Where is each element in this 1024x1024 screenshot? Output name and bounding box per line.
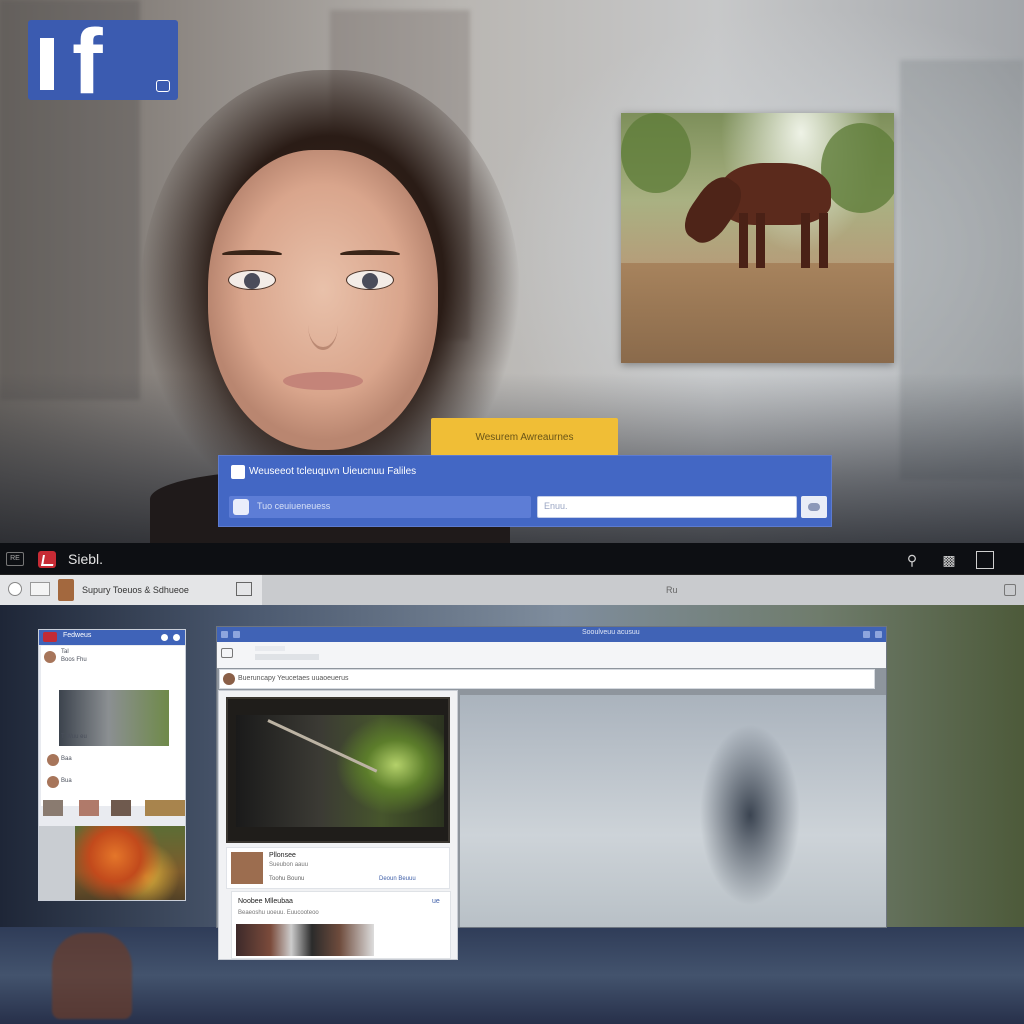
avatar bbox=[47, 776, 59, 788]
nose bbox=[308, 300, 338, 350]
horse-leg bbox=[756, 213, 765, 268]
author-name: Pllonsee bbox=[269, 852, 296, 859]
tab-active[interactable]: Supury Toeuos & Sdhueoe bbox=[0, 575, 262, 605]
user-subtitle: Boos Fhu bbox=[61, 657, 87, 663]
placeholder-line bbox=[255, 646, 285, 651]
foliage bbox=[621, 113, 691, 193]
close-icon[interactable] bbox=[875, 631, 882, 638]
tab-thumbnail bbox=[58, 579, 74, 601]
photo-gallery-side bbox=[39, 826, 75, 900]
foliage bbox=[821, 123, 894, 213]
text-input-placeholder: Enuu. bbox=[544, 501, 568, 511]
horse-leg bbox=[801, 213, 810, 268]
folder-icon[interactable]: ▩ bbox=[940, 551, 958, 569]
refresh-icon[interactable] bbox=[8, 582, 22, 596]
toolbar-box-button[interactable]: RE bbox=[6, 552, 24, 566]
tab-label: Supury Toeuos & Sdhueoe bbox=[82, 585, 189, 595]
photo-thumb[interactable] bbox=[79, 800, 99, 816]
feed-card[interactable]: Tal Boos Fhu T Wuu eu Baa Bua bbox=[41, 646, 185, 806]
post-author-box[interactable]: Pllonsee Sueubon aauu Toohu Bounu Deoun … bbox=[226, 847, 450, 889]
user-name: Tal bbox=[61, 649, 69, 655]
lips bbox=[283, 372, 363, 390]
chat-icon[interactable] bbox=[161, 634, 168, 641]
logo-bar bbox=[40, 38, 54, 90]
status-field-text: Tuo ceuiueneuess bbox=[257, 501, 331, 511]
avatar bbox=[44, 651, 56, 663]
eye bbox=[228, 270, 276, 290]
comment-image[interactable] bbox=[236, 924, 374, 956]
eyebrow bbox=[340, 250, 400, 258]
search-icon[interactable]: ⚲ bbox=[903, 551, 921, 569]
tab-strip: Supury Toeuos & Sdhueoe Ru bbox=[0, 575, 1024, 605]
tabstrip-center-text: Ru bbox=[666, 585, 678, 595]
pencil-icon bbox=[233, 499, 249, 515]
avatar bbox=[223, 673, 235, 685]
author-thumbnail bbox=[231, 852, 263, 884]
placeholder-line bbox=[255, 654, 319, 660]
profile-icon[interactable] bbox=[221, 648, 233, 658]
share-bar: Weuseeot tcleuquvn Uieucnuu Faliles Tuo … bbox=[218, 455, 832, 527]
send-button[interactable] bbox=[801, 496, 827, 518]
window-background-photo bbox=[460, 695, 886, 927]
feed-panel: Fedweus Tal Boos Fhu T Wuu eu Baa Bua bbox=[38, 629, 186, 901]
post-card: Pllonsee Sueubon aauu Toohu Bounu Deoun … bbox=[218, 690, 458, 960]
ground bbox=[621, 263, 894, 363]
video-player[interactable] bbox=[226, 697, 450, 843]
eyebrow bbox=[222, 250, 282, 258]
menu-icon[interactable] bbox=[1004, 584, 1016, 596]
feed-panel-title: Fedweus bbox=[63, 632, 92, 639]
eye bbox=[346, 270, 394, 290]
comment-badge: ue bbox=[432, 898, 440, 905]
text-input[interactable]: Enuu. bbox=[537, 496, 797, 518]
app-title: Siebl. bbox=[68, 551, 104, 567]
photo-thumb[interactable] bbox=[111, 800, 131, 816]
home-icon bbox=[231, 465, 245, 479]
autumn-photo[interactable] bbox=[75, 826, 185, 900]
primary-cta-button[interactable]: Wesurem Awreaurnes bbox=[431, 418, 618, 456]
app-toolbar: RE Siebl. ⚲ ▩ bbox=[0, 543, 1024, 575]
picture-icon[interactable] bbox=[976, 551, 994, 569]
floor bbox=[0, 927, 1024, 1024]
composer-text: Bueruncapy Yeucetaes uuaoeuerus bbox=[238, 675, 349, 682]
post-action[interactable]: Toohu Bounu bbox=[269, 876, 304, 882]
minimize-icon[interactable] bbox=[863, 631, 870, 638]
comment-author: Noobee Mlleubaa bbox=[238, 898, 293, 905]
app-icon bbox=[43, 632, 57, 642]
logo-f-glyph: f bbox=[72, 11, 103, 113]
comment-box[interactable]: Noobee Mlleubaa ue Beaeoshu uoeuu. Euuco… bbox=[231, 891, 451, 959]
share-bar-title: Weuseeot tcleuquvn Uieucnuu Faliles bbox=[249, 466, 417, 477]
grid-icon[interactable] bbox=[236, 582, 252, 596]
window-icon[interactable] bbox=[30, 582, 50, 596]
post-line: T Wuu eu bbox=[61, 734, 87, 740]
video-frame bbox=[236, 715, 444, 827]
blurred-figure bbox=[52, 933, 132, 1019]
hero-background: f Wesurem Awreaurnes Weuseeot tcleuquvn … bbox=[0, 0, 1024, 543]
avatar bbox=[47, 754, 59, 766]
post-line: Bua bbox=[61, 778, 72, 784]
face bbox=[208, 150, 438, 450]
author-meta: Sueubon aauu bbox=[269, 862, 309, 868]
status-field[interactable]: Tuo ceuiueneuess bbox=[229, 496, 531, 518]
window-icon bbox=[233, 631, 240, 638]
comment-meta: Beaeoshu uoeuu. Euucooteoo bbox=[238, 910, 319, 916]
status-composer[interactable]: Bueruncapy Yeucetaes uuaoeuerus bbox=[219, 669, 875, 689]
horse-photo[interactable] bbox=[621, 113, 894, 363]
horse-leg bbox=[819, 213, 828, 268]
post-link[interactable]: Deoun Beuuu bbox=[379, 876, 416, 882]
window-icon bbox=[221, 631, 228, 638]
settings-icon[interactable] bbox=[173, 634, 180, 641]
window-subbar bbox=[217, 642, 886, 668]
post-line: Baa bbox=[61, 756, 72, 762]
photo-thumb[interactable] bbox=[43, 800, 63, 816]
window-title: Sooulveuu acusuu bbox=[582, 629, 640, 636]
horse-leg bbox=[739, 213, 748, 268]
feed-panel-header: Fedweus bbox=[39, 630, 185, 645]
window-titlebar: Sooulveuu acusuu bbox=[217, 627, 886, 642]
photo-thumb[interactable] bbox=[145, 800, 185, 816]
app-icon[interactable] bbox=[38, 551, 56, 568]
